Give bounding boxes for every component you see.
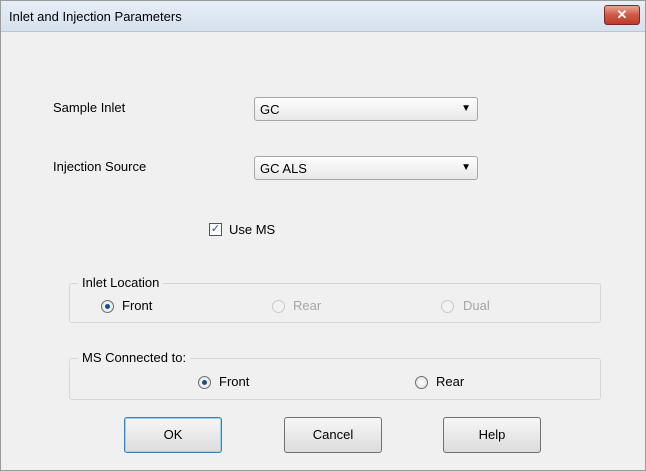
checkmark-icon: ✓ [210,223,221,235]
injection-source-label: Injection Source [53,159,147,174]
ms-connected-title: MS Connected to: [78,350,191,365]
chevron-down-icon: ▼ [461,103,471,114]
inlet-location-group: Inlet Location Front Rear Dual [69,275,601,323]
ms-rear-label[interactable]: Rear [436,374,464,389]
inlet-dual-label: Dual [463,298,490,313]
ms-front-label[interactable]: Front [219,374,249,389]
inlet-location-title: Inlet Location [78,275,164,290]
ok-button[interactable]: OK [124,417,222,453]
inlet-dual-radio[interactable] [441,300,454,313]
injection-source-value: GC ALS [260,161,307,176]
sample-inlet-select[interactable]: GC ▼ [254,97,478,121]
close-icon: ✕ [616,7,628,22]
use-ms-checkbox[interactable]: ✓ [209,223,222,236]
inlet-front-label[interactable]: Front [122,298,152,313]
close-button[interactable]: ✕ [604,5,640,25]
inlet-front-radio[interactable] [101,300,114,313]
title-bar: Inlet and Injection Parameters ✕ [1,1,645,32]
inlet-rear-label: Rear [293,298,322,313]
injection-source-select[interactable]: GC ALS ▼ [254,156,478,180]
ms-connected-group: MS Connected to: Front Rear [69,350,601,400]
sample-inlet-label: Sample Inlet [53,100,126,115]
window-title: Inlet and Injection Parameters [9,9,182,24]
help-button[interactable]: Help [443,417,541,453]
ms-rear-radio[interactable] [415,376,428,389]
dialog-window: Inlet and Injection Parameters ✕ Sample … [0,0,646,471]
inlet-rear-radio[interactable] [272,300,285,313]
ms-front-radio[interactable] [198,376,211,389]
cancel-button[interactable]: Cancel [284,417,382,453]
chevron-down-icon: ▼ [461,162,471,173]
use-ms-label[interactable]: Use MS [229,222,275,237]
sample-inlet-value: GC [260,102,280,117]
